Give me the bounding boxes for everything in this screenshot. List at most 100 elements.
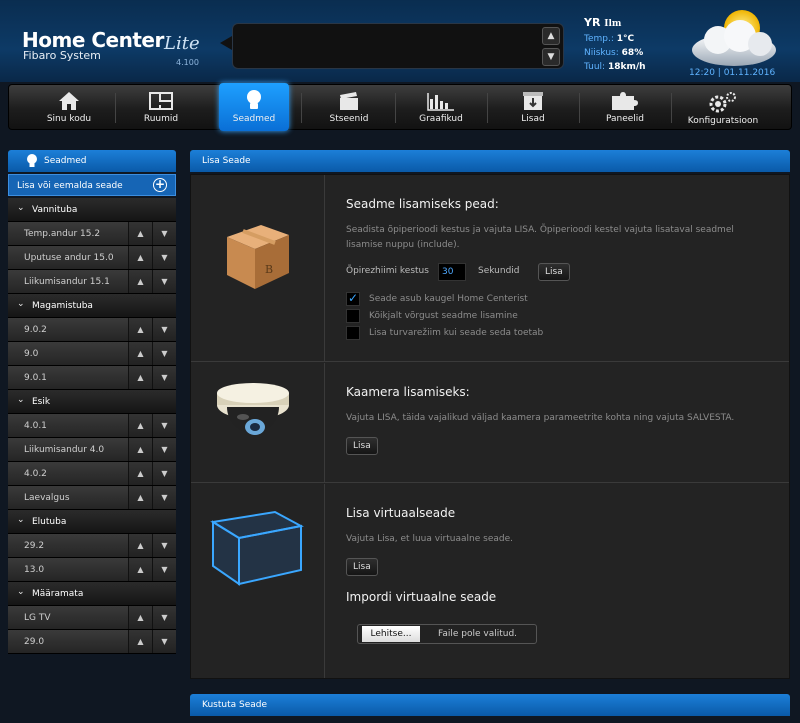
device-label: 9.0.1 [24, 373, 47, 383]
message-box-notch [220, 36, 232, 50]
device-down-button[interactable]: ▼ [152, 534, 176, 557]
nav-separator [579, 93, 580, 123]
device-up-button[interactable]: ▲ [128, 246, 152, 269]
import-file-input[interactable]: Lehitse... Faile pole valitud. [357, 624, 537, 644]
camera-heading: Kaamera lisamiseks: [346, 385, 470, 399]
device-row[interactable]: Temp.andur 15.2 ▲ ▼ [8, 222, 176, 246]
virtual-device-section: Lisa virtuaalseade Vajuta Lisa, et luua … [191, 484, 789, 678]
device-down-button[interactable]: ▼ [152, 222, 176, 245]
device-row[interactable]: Liikumisandur 4.0 ▲ ▼ [8, 438, 176, 462]
chevron-down-icon: ⌄ [17, 203, 25, 213]
humidity-label: Niiskus: [584, 48, 619, 58]
device-row[interactable]: 13.0 ▲ ▼ [8, 558, 176, 582]
device-down-button[interactable]: ▼ [152, 246, 176, 269]
add-camera-button[interactable]: Lisa [346, 437, 378, 455]
device-down-button[interactable]: ▼ [152, 486, 176, 509]
add-remove-device-button[interactable]: Lisa või eemalda seade + [8, 174, 176, 196]
device-down-button[interactable]: ▼ [152, 366, 176, 389]
wind-value: 18km/h [607, 62, 646, 72]
sidebar-group-esik[interactable]: ⌄ Esik [8, 390, 176, 414]
plus-icon[interactable]: + [153, 178, 167, 192]
message-scroll-up-button[interactable]: ▲ [542, 27, 560, 45]
box-icon [523, 92, 543, 110]
gears-icon [709, 92, 736, 113]
device-label: Uputuse andur 15.0 [24, 253, 114, 263]
device-up-button[interactable]: ▲ [128, 270, 152, 293]
sidebar-group-magamistuba[interactable]: ⌄ Magamistuba [8, 294, 176, 318]
device-down-button[interactable]: ▼ [152, 270, 176, 293]
device-down-button[interactable]: ▼ [152, 318, 176, 341]
device-down-button[interactable]: ▼ [152, 630, 176, 653]
sidebar-group-maaramata[interactable]: ⌄ Määramata [8, 582, 176, 606]
sidebar-group-vannituba[interactable]: ⌄ Vannituba [8, 198, 176, 222]
device-up-button[interactable]: ▲ [128, 414, 152, 437]
nav-ruumid[interactable]: Ruumid [121, 85, 201, 129]
message-scroll-down-button[interactable]: ▼ [542, 48, 560, 66]
device-row[interactable]: Liikumisandur 15.1 ▲ ▼ [8, 270, 176, 294]
nav-separator [395, 93, 396, 123]
device-up-button[interactable]: ▲ [128, 462, 152, 485]
nav-label: Konfiguratsioon [687, 116, 759, 126]
add-virtual-button[interactable]: Lisa [346, 558, 378, 576]
main-nav: Sinu kodu Ruumid Seadmed Stseenid Graafi… [8, 83, 792, 131]
add-device-text-2: lisamise nuppu (include). [346, 240, 460, 250]
message-box: ▲ ▼ [232, 23, 564, 69]
device-up-button[interactable]: ▲ [128, 222, 152, 245]
remote-device-checkbox[interactable] [346, 291, 360, 306]
device-down-button[interactable]: ▼ [152, 342, 176, 365]
nav-stseenid[interactable]: Stseenid [309, 85, 389, 129]
virtual-cube-icon [210, 510, 304, 586]
device-row[interactable]: Laevalgus ▲ ▼ [8, 486, 176, 510]
device-down-button[interactable]: ▼ [152, 414, 176, 437]
device-up-button[interactable]: ▲ [128, 606, 152, 629]
group-label: Magamistuba [32, 301, 93, 311]
group-label: Määramata [32, 589, 84, 599]
weather-temp: Temp.: 1°C [584, 32, 646, 46]
learn-duration-input[interactable]: 30 [438, 263, 466, 281]
nav-seadmed[interactable]: Seadmed [219, 83, 289, 131]
device-down-button[interactable]: ▼ [152, 606, 176, 629]
secure-mode-label: Lisa turvarežiim kui seade seda toetab [369, 328, 544, 338]
device-down-button[interactable]: ▼ [152, 462, 176, 485]
device-up-button[interactable]: ▲ [128, 558, 152, 581]
device-row[interactable]: 9.0.2 ▲ ▼ [8, 318, 176, 342]
nav-separator [115, 93, 116, 123]
nav-lisad[interactable]: Lisad [493, 85, 573, 129]
device-up-button[interactable]: ▲ [128, 534, 152, 557]
virtual-text: Vajuta Lisa, et luua virtuaalne seade. [346, 534, 513, 544]
device-down-button[interactable]: ▼ [152, 438, 176, 461]
device-up-button[interactable]: ▲ [128, 318, 152, 341]
humidity-value: 68% [621, 48, 644, 58]
device-row[interactable]: 9.0 ▲ ▼ [8, 342, 176, 366]
nav-konfiguratsioon[interactable]: Konfiguratsioon [677, 85, 769, 129]
device-up-button[interactable]: ▲ [128, 486, 152, 509]
device-row[interactable]: 9.0.1 ▲ ▼ [8, 366, 176, 390]
secure-mode-checkbox[interactable] [346, 326, 360, 340]
device-down-button[interactable]: ▼ [152, 558, 176, 581]
nav-graafikud[interactable]: Graafikud [401, 85, 481, 129]
add-device-button[interactable]: Lisa [538, 263, 570, 281]
device-up-button[interactable]: ▲ [128, 342, 152, 365]
device-row[interactable]: 29.2 ▲ ▼ [8, 534, 176, 558]
device-row[interactable]: 4.0.1 ▲ ▼ [8, 414, 176, 438]
device-up-button[interactable]: ▲ [128, 366, 152, 389]
nav-sinu-kodu[interactable]: Sinu kodu [29, 85, 109, 129]
nav-separator [487, 93, 488, 123]
nav-separator [671, 93, 672, 123]
device-row[interactable]: Uputuse andur 15.0 ▲ ▼ [8, 246, 176, 270]
device-up-button[interactable]: ▲ [128, 438, 152, 461]
device-row[interactable]: LG TV ▲ ▼ [8, 606, 176, 630]
network-wide-checkbox[interactable] [346, 309, 360, 323]
nav-paneelid[interactable]: Paneelid [585, 85, 665, 129]
datetime-label: 12:20 | 01.11.2016 [689, 68, 776, 78]
browse-button[interactable]: Lehitse... [362, 626, 420, 642]
add-camera-section: Kaamera lisamiseks: Vajuta LISA, täida v… [191, 363, 789, 483]
device-label: Temp.andur 15.2 [24, 229, 101, 239]
device-up-button[interactable]: ▲ [128, 630, 152, 653]
device-row[interactable]: 29.0 ▲ ▼ [8, 630, 176, 654]
delete-device-panel-header[interactable]: Kustuta Seade [190, 694, 790, 716]
device-row[interactable]: 4.0.2 ▲ ▼ [8, 462, 176, 486]
weather-widget: YR Ilm Temp.: 1°C Niiskus: 68% Tuul: 18k… [584, 16, 646, 74]
weather-humidity: Niiskus: 68% [584, 46, 646, 60]
sidebar-group-elutuba[interactable]: ⌄ Elutuba [8, 510, 176, 534]
